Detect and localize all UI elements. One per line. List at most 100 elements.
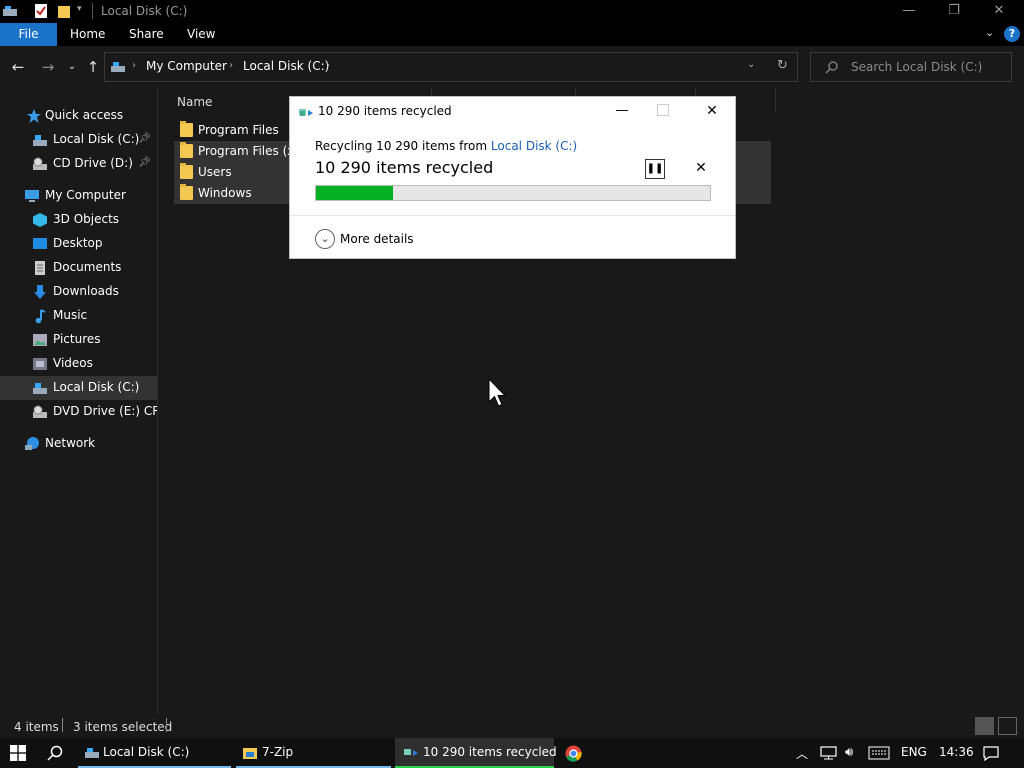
minimize-button[interactable]: — bbox=[886, 0, 932, 23]
address-dropdown-icon[interactable]: ⌄ bbox=[747, 59, 755, 70]
progress-bar bbox=[315, 185, 711, 201]
breadcrumb-local-disk[interactable]: Local Disk (C:) bbox=[243, 59, 329, 73]
progress-bar-fill bbox=[316, 186, 393, 200]
dialog-divider bbox=[290, 215, 735, 216]
network-status-icon[interactable] bbox=[820, 746, 837, 760]
breadcrumb-my-computer[interactable]: My Computer bbox=[146, 59, 227, 73]
sidebar-item-videos[interactable]: Videos bbox=[0, 352, 157, 376]
tab-view[interactable]: View bbox=[187, 23, 215, 46]
source-location-link[interactable]: Local Disk (C:) bbox=[491, 139, 577, 153]
star-icon bbox=[27, 109, 41, 123]
sidebar-item-label: Downloads bbox=[53, 284, 119, 298]
column-header-name[interactable]: Name bbox=[177, 95, 212, 109]
breadcrumb-chevron-icon[interactable]: › bbox=[132, 60, 136, 71]
drive-icon bbox=[3, 6, 17, 16]
sidebar-item-label: Quick access bbox=[45, 108, 124, 122]
folder-icon bbox=[180, 163, 193, 179]
stop-button[interactable]: ✕ bbox=[693, 160, 709, 176]
search-icon[interactable] bbox=[47, 745, 63, 761]
refresh-icon[interactable]: ↻ bbox=[777, 58, 788, 73]
new-folder-icon[interactable] bbox=[57, 3, 71, 19]
sidebar-item-label: 3D Objects bbox=[53, 212, 120, 226]
show-hidden-icons-icon[interactable]: ︿ bbox=[796, 745, 808, 762]
status-bar: 4 items 3 items selected bbox=[0, 714, 1024, 738]
tab-home[interactable]: Home bbox=[70, 23, 105, 46]
sidebar-item-label: Local Disk (C:) bbox=[53, 132, 140, 146]
language-indicator[interactable]: ENG bbox=[901, 745, 927, 759]
file-name: Program Files bbox=[198, 123, 279, 137]
sidebar-item-dvd-drive[interactable]: DVD Drive (E:) CR0S bbox=[0, 400, 157, 424]
chrome-icon[interactable] bbox=[565, 745, 582, 762]
keyboard-icon[interactable] bbox=[868, 746, 890, 760]
up-arrow-icon[interactable]: ↑ bbox=[83, 57, 103, 77]
music-icon bbox=[35, 309, 46, 324]
details-view-icon[interactable] bbox=[975, 717, 994, 735]
selection-count: 3 items selected bbox=[73, 720, 173, 734]
pause-button[interactable]: ❚❚ bbox=[645, 159, 665, 179]
search-icon bbox=[825, 61, 838, 74]
sidebar-item-label: Desktop bbox=[53, 236, 103, 250]
address-bar[interactable]: › My Computer › Local Disk (C:) › ⌄ ↻ bbox=[104, 52, 798, 82]
sidebar-item-local-disk[interactable]: Local Disk (C:) bbox=[0, 376, 157, 400]
desktop-icon bbox=[33, 238, 47, 249]
folder-icon bbox=[180, 121, 193, 137]
restore-button[interactable]: ❐ bbox=[931, 0, 977, 23]
ribbon-expand-icon[interactable]: ⌄ bbox=[985, 26, 994, 39]
download-icon bbox=[34, 285, 46, 299]
sidebar-item-documents[interactable]: Documents bbox=[0, 256, 157, 280]
pin-icon[interactable]: 📌︎ bbox=[138, 133, 151, 144]
back-arrow-icon[interactable]: ← bbox=[8, 57, 28, 77]
chevron-down-icon: ⌄ bbox=[315, 229, 335, 249]
ribbon-tabs: File Home Share View ⌄ ? bbox=[0, 23, 1024, 46]
dialog-close-button[interactable]: ✕ bbox=[702, 99, 722, 123]
help-icon[interactable]: ? bbox=[1004, 26, 1020, 42]
recycle-source-prefix: Recycling 10 290 items from bbox=[315, 139, 491, 153]
pin-icon[interactable]: 📌︎ bbox=[138, 157, 151, 168]
sidebar-item-network[interactable]: Network bbox=[0, 432, 157, 456]
cd-drive-icon bbox=[33, 157, 47, 170]
sidebar-item-downloads[interactable]: Downloads bbox=[0, 280, 157, 304]
breadcrumb-chevron-icon[interactable]: › bbox=[326, 60, 330, 71]
tab-share[interactable]: Share bbox=[129, 23, 164, 46]
column-divider[interactable] bbox=[775, 88, 776, 112]
large-icons-view-icon[interactable] bbox=[998, 717, 1017, 735]
tab-file[interactable]: File bbox=[0, 23, 57, 46]
clock[interactable]: 14:36 bbox=[939, 745, 974, 759]
quick-access-dropdown-icon[interactable]: ▾ bbox=[77, 4, 82, 14]
dialog-minimize-button[interactable]: — bbox=[612, 99, 632, 123]
notification-icon[interactable] bbox=[983, 746, 999, 761]
sidebar-item-3d-objects[interactable]: 3D Objects bbox=[0, 208, 157, 232]
windows-start-icon[interactable] bbox=[10, 745, 26, 761]
taskbar-item-recycle-progress[interactable]: 10 290 items recycled bbox=[395, 738, 557, 768]
sidebar-item-music[interactable]: Music bbox=[0, 304, 157, 328]
search-input[interactable]: Search Local Disk (C:) bbox=[810, 52, 1012, 82]
properties-icon[interactable] bbox=[34, 3, 48, 19]
sidebar-item-my-computer[interactable]: My Computer bbox=[0, 184, 157, 208]
status-separator bbox=[166, 718, 167, 732]
recycle-status-text: 10 290 items recycled bbox=[315, 158, 494, 177]
cube-icon bbox=[33, 213, 47, 227]
title-bar: ▾ Local Disk (C:) — ❐ ✕ bbox=[0, 0, 1024, 23]
taskbar-item-label: 7-Zip bbox=[262, 745, 294, 759]
computer-icon bbox=[25, 190, 39, 202]
dvd-drive-icon bbox=[33, 405, 47, 418]
breadcrumb-chevron-icon[interactable]: › bbox=[229, 60, 233, 71]
taskbar-item-7zip[interactable]: 7-Zip bbox=[236, 738, 391, 768]
volume-icon[interactable]: 🔊︎ bbox=[845, 745, 853, 760]
sidebar-item-quick-access[interactable]: Quick access bbox=[0, 104, 157, 128]
sidebar-item-desktop[interactable]: Desktop bbox=[0, 232, 157, 256]
taskbar: Local Disk (C:) 7-Zip 10 290 items recyc… bbox=[0, 738, 1024, 768]
close-button[interactable]: ✕ bbox=[976, 0, 1022, 23]
forward-arrow-icon[interactable]: → bbox=[38, 57, 58, 77]
address-row: ← → ⌄ ↑ › My Computer › Local Disk (C:) … bbox=[0, 46, 1024, 88]
drive-icon bbox=[33, 135, 47, 146]
more-details-label: More details bbox=[340, 232, 414, 246]
sidebar-item-local-disk-pinned[interactable]: Local Disk (C:) 📌︎ bbox=[0, 128, 157, 152]
sidebar-item-pictures[interactable]: Pictures bbox=[0, 328, 157, 352]
sidebar-item-cd-drive[interactable]: CD Drive (D:) 📌︎ bbox=[0, 152, 157, 176]
file-name: Users bbox=[198, 165, 232, 179]
recent-locations-icon[interactable]: ⌄ bbox=[62, 57, 82, 77]
network-icon bbox=[25, 437, 39, 450]
taskbar-item-local-disk[interactable]: Local Disk (C:) bbox=[78, 738, 231, 768]
recycle-bin-icon bbox=[299, 109, 313, 116]
